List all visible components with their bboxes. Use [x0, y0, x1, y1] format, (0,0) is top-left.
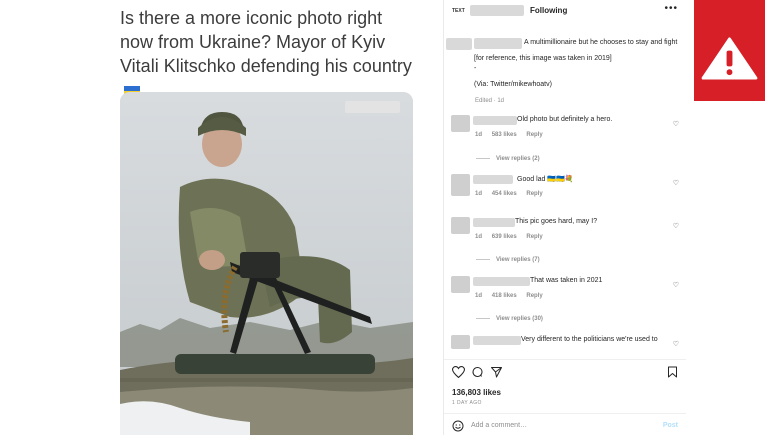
comment-time: 1d — [475, 132, 483, 138]
comment-item: Old photo but definitely a hero. 1d 583 … — [451, 115, 683, 155]
reply-button[interactable]: Reply — [526, 293, 542, 299]
more-icon[interactable]: ••• — [664, 3, 678, 14]
avatar[interactable] — [451, 115, 470, 132]
comment-username-blur[interactable] — [473, 218, 515, 227]
comment-meta: 1d 454 likes Reply — [475, 191, 551, 197]
comment-meta: 1d 639 likes Reply — [475, 234, 551, 240]
comment-time: 1d — [475, 293, 483, 299]
photo-watermark-blur — [345, 101, 400, 113]
add-comment-input[interactable]: Add a comment… — [471, 422, 527, 429]
comment-username-blur[interactable] — [473, 277, 530, 286]
caption-line-3: - — [474, 65, 477, 72]
edited-timestamp: Edited · 1d — [475, 98, 505, 104]
caption-line-2: [for reference, this image was taken in … — [474, 55, 612, 62]
view-replies-button[interactable]: View replies (30) — [476, 316, 543, 322]
comment-meta: 1d 418 likes Reply — [475, 293, 551, 299]
tweet-text-content: Is there a more iconic photo right now f… — [120, 8, 412, 76]
reply-button[interactable]: Reply — [526, 132, 542, 138]
add-comment-row: Add a comment… Post — [452, 418, 678, 434]
view-replies-button[interactable]: View replies (7) — [476, 257, 540, 263]
comment-time: 1d — [475, 234, 483, 240]
comment-item: This pic goes hard, may I? 1d 639 likes … — [451, 217, 683, 257]
soldier-photo-illustration — [120, 92, 413, 435]
following-button[interactable]: Following — [530, 6, 567, 15]
post-time: 1 DAY AGO — [452, 400, 482, 406]
likes-count[interactable]: 136,803 likes — [452, 388, 501, 397]
share-icon[interactable] — [490, 366, 503, 378]
comment-text: Very different to the politicians we're … — [521, 336, 658, 343]
avatar[interactable] — [451, 174, 470, 196]
caption-line-1: A multimillionaire but he chooses to sta… — [524, 39, 678, 46]
divider — [444, 413, 686, 414]
tweet-photo[interactable] — [120, 92, 413, 435]
reply-button[interactable]: Reply — [526, 234, 542, 240]
heart-icon[interactable]: ♡ — [673, 222, 679, 230]
post-caption: A multimillionaire but he chooses to sta… — [474, 38, 684, 90]
tweet-panel: Is there a more iconic photo right now f… — [0, 0, 440, 435]
heart-icon[interactable]: ♡ — [673, 120, 679, 128]
heart-icon[interactable]: ♡ — [673, 340, 679, 348]
comment-likes[interactable]: 639 likes — [492, 234, 517, 240]
avatar[interactable] — [451, 217, 470, 234]
comment-likes[interactable]: 418 likes — [492, 293, 517, 299]
comment-username-blur[interactable] — [473, 116, 517, 125]
warning-icon — [701, 37, 758, 80]
comment-username-blur[interactable] — [473, 175, 513, 184]
comment-meta: 1d 583 likes Reply — [475, 132, 551, 138]
view-replies-button[interactable]: View replies (2) — [476, 156, 540, 162]
heart-icon[interactable] — [452, 366, 465, 378]
comment-icon[interactable] — [471, 366, 484, 378]
comment-item: That was taken in 2021 1d 418 likes Repl… — [451, 276, 683, 316]
caption-avatar-blur — [446, 38, 472, 50]
caption-line-4: (Via: Twitter/mikewhoatv) — [474, 81, 552, 88]
bookmark-icon[interactable] — [667, 366, 678, 378]
comment-text: Good lad 🇺🇦🇺🇦💐 — [517, 176, 574, 183]
comment-username-blur[interactable] — [473, 336, 521, 345]
post-button[interactable]: Post — [663, 422, 678, 429]
username-blur — [470, 5, 524, 16]
account-badge: TEXT — [452, 8, 465, 14]
avatar[interactable] — [451, 276, 470, 293]
tweet-text: Is there a more iconic photo right now f… — [120, 6, 420, 102]
reply-button[interactable]: Reply — [526, 191, 542, 197]
avatar[interactable] — [451, 335, 470, 349]
comment-time: 1d — [475, 191, 483, 197]
comment-text: That was taken in 2021 — [530, 277, 603, 284]
post-actions — [452, 366, 678, 382]
heart-icon[interactable]: ♡ — [673, 179, 679, 187]
post-header: TEXT Following ••• — [444, 0, 686, 22]
comment-item: Good lad 🇺🇦🇺🇦💐 1d 454 likes Reply ♡ — [451, 174, 683, 214]
comment-likes[interactable]: 583 likes — [492, 132, 517, 138]
comment-text: This pic goes hard, may I? — [515, 218, 598, 225]
comment-item: Very different to the politicians we're … — [451, 335, 683, 355]
heart-icon[interactable]: ♡ — [673, 281, 679, 289]
warning-badge — [694, 0, 765, 101]
instagram-post-panel: TEXT Following ••• A multimillionaire bu… — [443, 0, 686, 435]
comment-likes[interactable]: 454 likes — [492, 191, 517, 197]
smile-icon[interactable] — [452, 420, 464, 432]
divider — [444, 359, 686, 360]
comment-text: Old photo but definitely a hero. — [517, 116, 613, 123]
